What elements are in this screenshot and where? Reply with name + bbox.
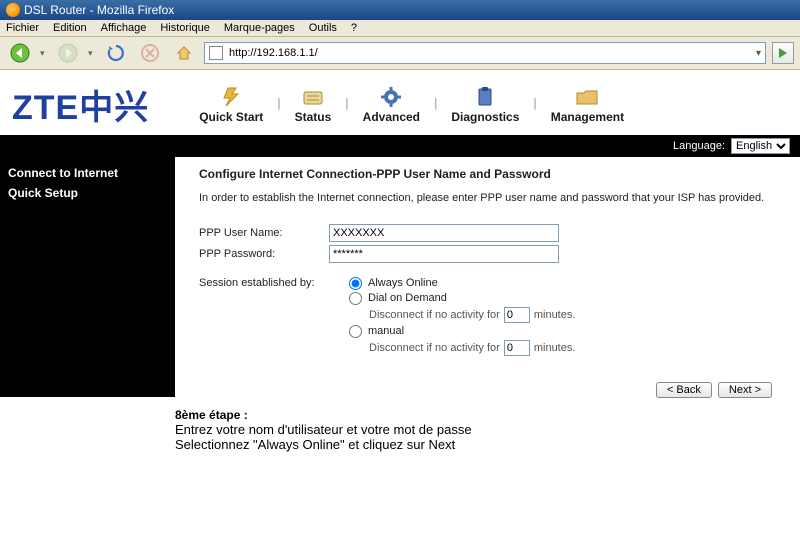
home-button[interactable]	[170, 41, 198, 65]
reload-button[interactable]	[102, 41, 130, 65]
folder-icon	[574, 86, 600, 108]
page-heading: Configure Internet Connection-PPP User N…	[199, 167, 782, 181]
tab-label: Management	[551, 110, 624, 124]
disconnect-suffix: minutes.	[534, 342, 576, 354]
back-dropdown-icon[interactable]: ▾	[40, 48, 48, 59]
separator: |	[277, 96, 280, 114]
separator: |	[434, 96, 437, 114]
router-header: ZTE中兴 Quick Start | Status | Advanced | …	[0, 76, 800, 129]
tab-management[interactable]: Management	[545, 86, 630, 124]
disconnect-text: Disconnect if no activity for	[369, 342, 500, 354]
zte-logo: ZTE中兴	[12, 80, 149, 129]
radio-manual[interactable]	[349, 325, 362, 338]
status-icon	[300, 86, 326, 108]
tab-status[interactable]: Status	[289, 86, 338, 124]
menu-history[interactable]: Historique	[160, 22, 210, 34]
menu-bookmarks[interactable]: Marque-pages	[224, 22, 295, 34]
opt-label: manual	[368, 325, 404, 337]
disconnect-line-1: Disconnect if no activity for minutes.	[349, 307, 575, 323]
clipboard-icon	[472, 86, 498, 108]
main-panel: Configure Internet Connection-PPP User N…	[175, 157, 800, 404]
forward-dropdown-icon[interactable]: ▾	[88, 48, 96, 59]
opt-always-online[interactable]: Always Online	[349, 277, 575, 290]
stop-button[interactable]	[136, 41, 164, 65]
url-bar[interactable]: ▾	[204, 42, 766, 64]
language-select[interactable]: English	[731, 138, 790, 154]
url-dropdown-icon[interactable]: ▾	[756, 48, 761, 59]
language-bar: Language: English	[0, 135, 800, 157]
sidebar-item-connect[interactable]: Connect to Internet	[8, 163, 167, 183]
tab-label: Status	[295, 110, 332, 124]
sidebar: Connect to Internet Quick Setup	[0, 157, 175, 397]
step-label: 8ème étape :	[175, 408, 788, 422]
opt-label: Dial on Demand	[368, 292, 447, 304]
disconnect-suffix: minutes.	[534, 309, 576, 321]
disconnect-line-2: Disconnect if no activity for minutes.	[349, 340, 575, 356]
menu-help[interactable]: ?	[351, 22, 357, 34]
forward-button[interactable]	[54, 41, 82, 65]
ppp-password-label: PPP Password:	[199, 248, 329, 260]
instruction-line-2: Selectionnez "Always Online" et cliquez …	[175, 437, 788, 452]
gear-icon	[378, 86, 404, 108]
tab-quick-start[interactable]: Quick Start	[193, 86, 269, 124]
menu-tools[interactable]: Outils	[309, 22, 337, 34]
tab-diagnostics[interactable]: Diagnostics	[445, 86, 525, 124]
ppp-password-input[interactable]	[329, 245, 559, 263]
disconnect-minutes-input-1[interactable]	[504, 307, 530, 323]
window-title: DSL Router - Mozilla Firefox	[24, 3, 174, 17]
next-button[interactable]: Next >	[718, 382, 772, 398]
sidebar-item-quick-setup[interactable]: Quick Setup	[8, 183, 167, 203]
opt-label: Always Online	[368, 277, 438, 289]
url-input[interactable]	[227, 46, 752, 60]
separator: |	[345, 96, 348, 114]
back-button[interactable]	[6, 41, 34, 65]
page-content: ZTE中兴 Quick Start | Status | Advanced | …	[0, 70, 800, 460]
go-button[interactable]	[772, 42, 794, 64]
radio-dial[interactable]	[349, 292, 362, 305]
tab-advanced[interactable]: Advanced	[357, 86, 426, 124]
separator: |	[533, 96, 536, 114]
session-label: Session established by:	[199, 277, 349, 356]
instruction-line-1: Entrez votre nom d'utilisateur et votre …	[175, 422, 788, 437]
back-button[interactable]: < Back	[656, 382, 712, 398]
radio-always[interactable]	[349, 277, 362, 290]
page-icon	[209, 46, 223, 60]
tab-label: Diagnostics	[451, 110, 519, 124]
menu-view[interactable]: Affichage	[101, 22, 147, 34]
ppp-user-input[interactable]	[329, 224, 559, 242]
opt-dial-on-demand[interactable]: Dial on Demand	[349, 292, 575, 305]
lightning-icon	[218, 86, 244, 108]
menu-bar: Fichier Edition Affichage Historique Mar…	[0, 20, 800, 37]
menu-file[interactable]: Fichier	[6, 22, 39, 34]
instruction-footnote: 8ème étape : Entrez votre nom d'utilisat…	[0, 404, 800, 460]
nav-toolbar: ▾ ▾ ▾	[0, 37, 800, 70]
ppp-user-label: PPP User Name:	[199, 227, 329, 239]
router-nav: Quick Start | Status | Advanced | Diagno…	[193, 86, 630, 124]
disconnect-minutes-input-2[interactable]	[504, 340, 530, 356]
intro-text: In order to establish the Internet conne…	[199, 191, 782, 206]
firefox-icon	[6, 3, 20, 17]
tab-label: Advanced	[363, 110, 420, 124]
opt-manual[interactable]: manual	[349, 325, 575, 338]
menu-edit[interactable]: Edition	[53, 22, 87, 34]
window-titlebar: DSL Router - Mozilla Firefox	[0, 0, 800, 20]
disconnect-text: Disconnect if no activity for	[369, 309, 500, 321]
language-label: Language:	[673, 140, 725, 152]
tab-label: Quick Start	[199, 110, 263, 124]
